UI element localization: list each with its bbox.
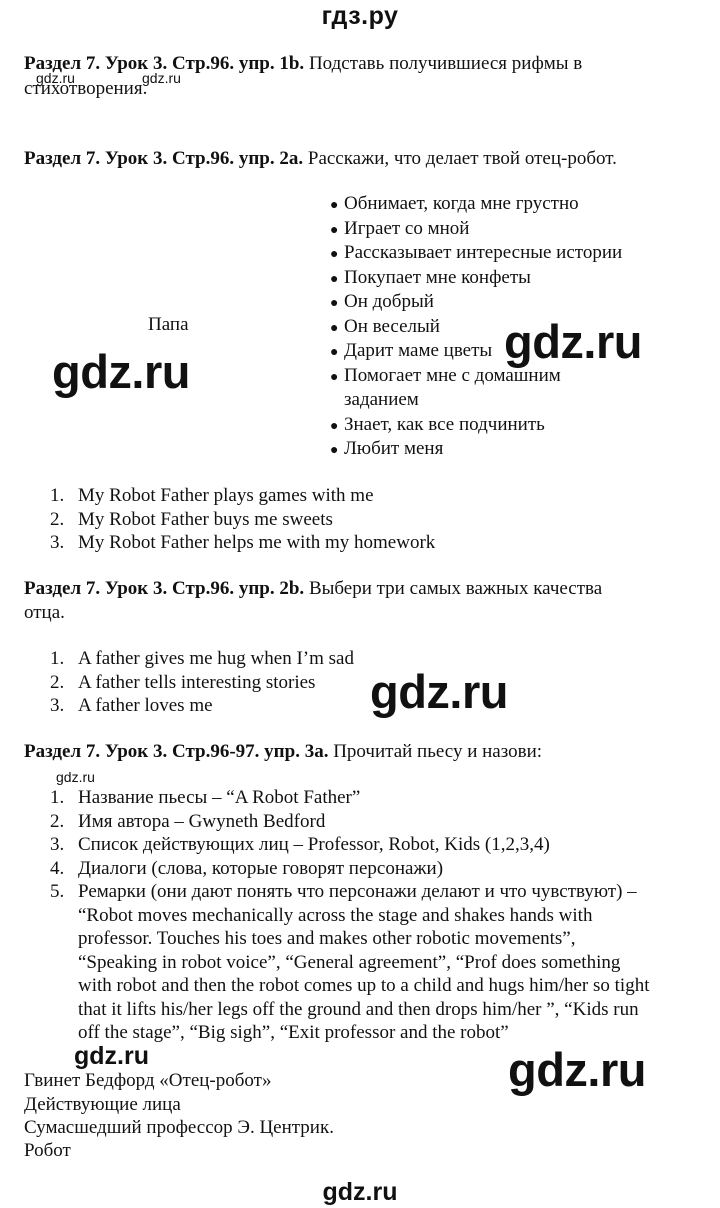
bullet-icon: ●	[330, 443, 339, 458]
section-2a-heading-line: Раздел 7. Урок 3. Стр.96. упр. 2a. Расск…	[24, 147, 617, 170]
play-author-title: Гвинет Бедфорд «Отец-робот»	[24, 1070, 272, 1091]
play-character-robot: Робот	[24, 1140, 71, 1161]
section-2b-task-continued: отца.	[24, 602, 65, 623]
section-2a-answers: 1. My Robot Father plays games with me 2.…	[50, 484, 435, 555]
watermark-large: gdz.ru	[508, 1043, 646, 1096]
list-item-continuation: заданием	[344, 389, 419, 410]
answer-item-continuation: off the stage”, “Big sigh”, “Exit profes…	[78, 1022, 509, 1043]
answer-item: 4. Диалоги (слова, которые говорят персон…	[50, 857, 444, 879]
bullet-icon: ●	[330, 369, 339, 385]
play-character-professor: Сумасшедший профессор Э. Центрик.	[24, 1117, 334, 1138]
section-1b-task: Подставь получившиеся рифмы в	[304, 53, 583, 74]
bullet-icon: ●	[330, 418, 339, 434]
answer-item-continuation: “Speaking in robot voice”, “General agre…	[78, 951, 621, 973]
section-3a-answers: 1. Название пьесы – “A Robot Father” 2. Им…	[50, 786, 650, 1045]
answer-item: 1. Название пьесы – “A Robot Father”	[50, 787, 361, 808]
list-item: ● Покупает мне конфеты	[330, 266, 622, 291]
answer-item: 1. A father gives me hug when I’m sad	[50, 648, 354, 669]
bullet-icon: ●	[330, 296, 339, 311]
section-3a-task: Прочитай пьесу и назови:	[328, 741, 543, 762]
bullet-icon: ●	[330, 320, 339, 336]
section-2a-heading: Раздел 7. Урок 3. Стр.96. упр. 2a.	[24, 148, 304, 169]
watermark-large: gdz.ru	[504, 315, 642, 368]
answer-item: 1. My Robot Father plays games with me	[50, 485, 374, 506]
section-3a-heading: Раздел 7. Урок 3. Стр.96-97. упр. 3a.	[24, 741, 329, 762]
list-item: ● Он добрый	[330, 290, 622, 315]
list-item: ● Играет со мной	[330, 217, 622, 242]
answer-item: 3. Список действующих лиц – Professor, Ro…	[50, 834, 550, 855]
section-1b-heading-line: Раздел 7. Урок 3. Стр.96. упр. 1b. Подст…	[24, 52, 582, 75]
bullet-icon: ●	[330, 345, 339, 360]
answer-item-continuation: “Robot moves mechanically across the sta…	[78, 904, 593, 926]
answer-item-continuation: professor. Touches his toes and makes ot…	[78, 928, 576, 949]
watermark-large: gdz.ru	[52, 345, 190, 398]
watermark-small: gdz.ru	[142, 70, 181, 86]
bullet-icon: ●	[330, 222, 339, 238]
section-2b-heading: Раздел 7. Урок 3. Стр.96. упр. 2b.	[24, 578, 305, 599]
answer-item: 2. My Robot Father buys me sweets	[50, 508, 333, 530]
answer-item: 3. My Robot Father helps me with my homew…	[50, 532, 436, 553]
section-2b-heading-line: Раздел 7. Урок 3. Стр.96. упр. 2b. Выбер…	[24, 577, 602, 600]
watermark-footer: gdz.ru	[322, 1178, 398, 1206]
section-2b-answers: 1. A father gives me hug when I’m sad 2. A…	[50, 647, 354, 718]
site-header-logo[interactable]: гдз.ру	[0, 2, 720, 31]
watermark-small: gdz.ru	[56, 769, 95, 785]
answer-item-continuation: with robot and then the robot comes up t…	[78, 975, 650, 996]
bullet-icon: ●	[330, 247, 339, 262]
answer-item: 2. A father tells interesting stories	[50, 671, 316, 693]
watermark-medium: gdz.ru	[74, 1042, 149, 1070]
answer-item: 2. Имя автора – Gwyneth Bedford	[50, 810, 326, 832]
list-item: ● Знает, как все подчинить	[330, 413, 622, 438]
answer-item: 3. A father loves me	[50, 695, 213, 716]
answer-item: 5. Ремарки (они дают понять что персонажи…	[50, 881, 637, 902]
bullet-icon: ●	[330, 198, 339, 213]
watermark-small: gdz.ru	[36, 70, 75, 86]
list-item: ● Любит меня	[330, 437, 622, 462]
section-3a-heading-line: Раздел 7. Урок 3. Стр.96-97. упр. 3a. Пр…	[24, 740, 542, 763]
play-characters-heading: Действующие лица	[24, 1094, 181, 1115]
section-2b-task: Выбери три самых важных качества	[304, 578, 603, 599]
bullet-icon: ●	[330, 271, 339, 287]
section-2a-task: Расскажи, что делает твой отец-робот.	[303, 148, 617, 169]
list-item: ● Рассказывает интересные истории	[330, 241, 622, 266]
answer-item-continuation: that it lifts his/her legs off the groun…	[78, 998, 639, 1020]
watermark-large: gdz.ru	[370, 665, 508, 718]
center-word-papa: Папа	[148, 314, 189, 335]
list-item: ● Обнимает, когда мне грустно	[330, 192, 622, 217]
